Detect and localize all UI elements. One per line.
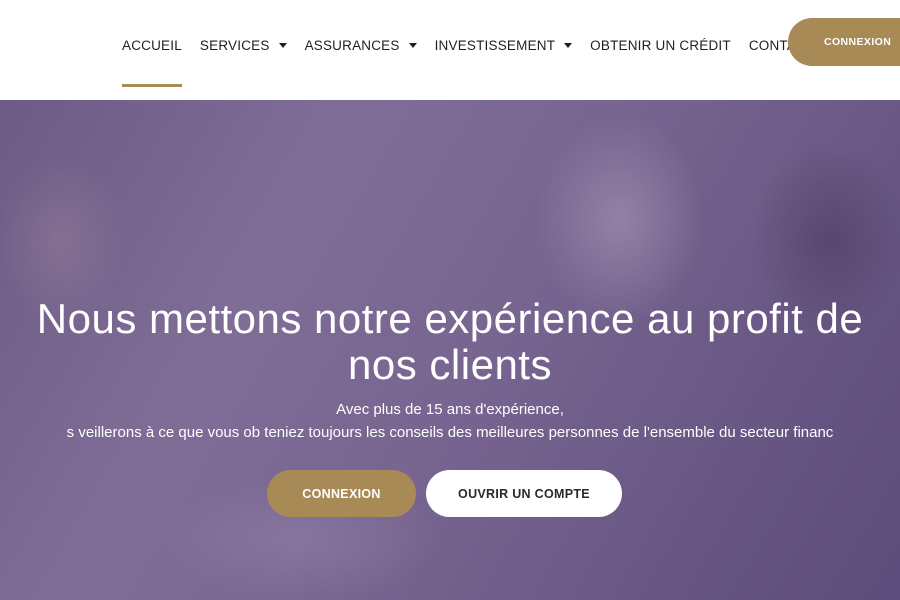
main-nav: ACCUEIL SERVICES ASSURANCES INVESTISSEME… <box>122 35 832 87</box>
caret-down-icon <box>408 42 417 48</box>
hero-subtitle-line1: Avec plus de 15 ans d'expérience, <box>336 401 564 418</box>
caret-down-icon <box>278 42 287 48</box>
nav-item-label: INVESTISSEMENT <box>434 37 556 53</box>
header-login-button[interactable]: CONNEXION <box>788 18 900 66</box>
nav-item-label: OBTENIR UN CRÉDIT <box>590 37 731 53</box>
hero-title-line1: Nous mettons notre expérience au profit … <box>36 295 864 342</box>
nav-item-accueil[interactable]: ACCUEIL <box>122 35 182 87</box>
nav-item-label: SERVICES <box>199 37 270 53</box>
nav-item-services[interactable]: SERVICES <box>200 35 287 55</box>
open-account-button[interactable]: OUVRIR UN COMPTE <box>426 470 622 517</box>
nav-item-label: ACCUEIL <box>122 37 182 53</box>
hero-login-button[interactable]: CONNEXION <box>267 470 416 517</box>
nav-item-obtenir-credit[interactable]: OBTENIR UN CRÉDIT <box>590 35 731 55</box>
caret-down-icon <box>564 42 573 48</box>
hero-title-line2: nos clients <box>348 341 552 388</box>
hero-section: Nous mettons notre expérience au profit … <box>0 100 900 600</box>
nav-item-label: ASSURANCES <box>304 37 400 53</box>
nav-item-assurances[interactable]: ASSURANCES <box>305 35 417 55</box>
nav-item-investissement[interactable]: INVESTISSEMENT <box>435 35 573 55</box>
hero-subtitle-line2: s veillerons à ce que vous ob teniez tou… <box>66 424 834 441</box>
site-header: ACCUEIL SERVICES ASSURANCES INVESTISSEME… <box>0 0 900 100</box>
